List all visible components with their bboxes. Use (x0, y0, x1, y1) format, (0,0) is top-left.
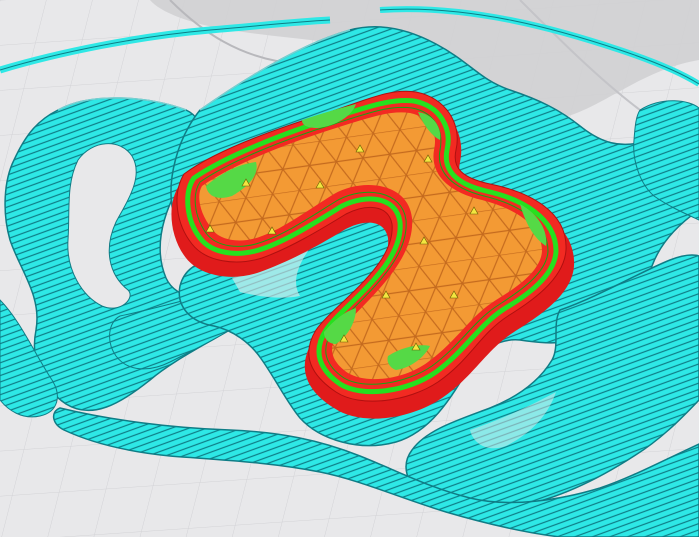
layer-viewport[interactable] (0, 0, 699, 537)
layer-preview-canvas[interactable] (0, 0, 699, 537)
